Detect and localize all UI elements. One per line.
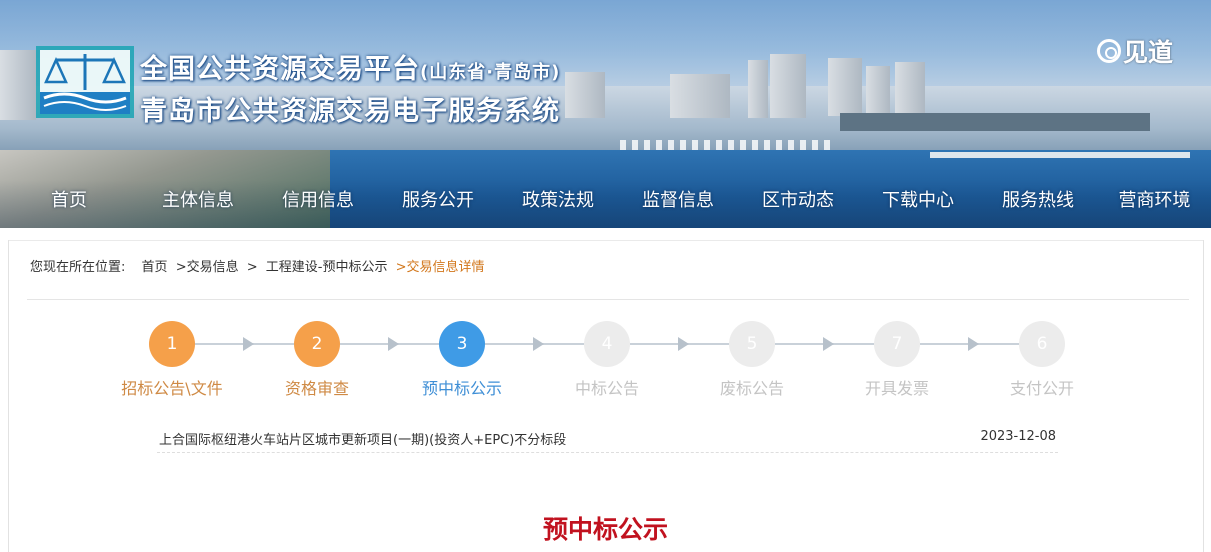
building: [748, 60, 768, 118]
building: [828, 58, 862, 116]
nav-item-supervision[interactable]: 监督信息: [618, 180, 738, 222]
system-title: 青岛市公共资源交易电子服务系统: [140, 96, 560, 127]
platform-title: 全国公共资源交易平台(山东省·青岛市): [140, 54, 561, 85]
building: [866, 66, 890, 116]
step-2-label[interactable]: 资格审查: [237, 375, 397, 399]
marina-boats: [620, 140, 830, 150]
building: [565, 72, 605, 118]
platform-region: (山东省·青岛市): [420, 62, 561, 83]
step-arrow-icon: [967, 337, 979, 351]
nav-item-home[interactable]: 首页: [0, 180, 138, 222]
building: [0, 50, 36, 120]
content-frame-top: [8, 240, 1204, 241]
step-6-circle[interactable]: 7: [874, 321, 920, 367]
step-arrow-icon: [242, 337, 254, 351]
step-arrow-icon: [677, 337, 689, 351]
step-1-circle[interactable]: 1: [149, 321, 195, 367]
nav-item-policies[interactable]: 政策法规: [498, 180, 618, 222]
breadcrumb-category[interactable]: 工程建设-预中标公示: [266, 260, 388, 275]
step-arrow-icon: [532, 337, 544, 351]
main-nav: 首页 主体信息 信用信息 服务公开 政策法规 监督信息 区市动态 下载中心 服务…: [0, 180, 1211, 222]
step-7-label[interactable]: 支付公开: [962, 375, 1122, 399]
watermark-text: 见道: [1123, 38, 1174, 67]
nav-item-credit-info[interactable]: 信用信息: [258, 180, 378, 222]
breadcrumb-current: >交易信息详情: [395, 260, 485, 275]
building: [895, 62, 925, 116]
step-7-circle[interactable]: 6: [1019, 321, 1065, 367]
step-2-circle[interactable]: 2: [294, 321, 340, 367]
step-3-label[interactable]: 预中标公示: [382, 375, 542, 399]
step-4-label[interactable]: 中标公告: [527, 375, 687, 399]
project-name[interactable]: 上合国际枢纽港火车站片区城市更新项目(一期)(投资人+EPC)不分标段: [159, 429, 566, 448]
process-steps: 1 招标公告\文件 2 资格审查 3 预中标公示 4 中标公告 5 废标公告 7 开具发票 6 支付公开: [0, 320, 1211, 400]
step-4-circle[interactable]: 4: [584, 321, 630, 367]
nav-item-district-news[interactable]: 区市动态: [738, 180, 858, 222]
step-5-circle[interactable]: 5: [729, 321, 775, 367]
project-date: 2023-12-08: [980, 429, 1056, 444]
watermark-logo-icon: [1097, 39, 1121, 63]
building: [770, 54, 806, 118]
breadcrumb-trade-info[interactable]: >交易信息: [176, 260, 239, 275]
breadcrumb-separator: >: [246, 260, 258, 275]
step-arrow-icon: [822, 337, 834, 351]
watermark: 见道: [1097, 33, 1173, 69]
step-6-label[interactable]: 开具发票: [817, 375, 977, 399]
nav-item-business-env[interactable]: 营商环境: [1098, 180, 1211, 222]
breadcrumb-home[interactable]: 首页: [142, 260, 168, 275]
step-3-circle[interactable]: 3: [439, 321, 485, 367]
nav-item-service-disclosure[interactable]: 服务公开: [378, 180, 498, 222]
page-heading: 预中标公示: [542, 515, 668, 544]
header-banner: 全国公共资源交易平台(山东省·青岛市) 青岛市公共资源交易电子服务系统 见道 首…: [0, 0, 1211, 228]
marina-pier: [930, 152, 1190, 158]
breadcrumb: 您现在所在位置: 首页 >交易信息 > 工程建设-预中标公示 >交易信息详情: [30, 256, 489, 275]
building: [670, 74, 730, 118]
step-1-label[interactable]: 招标公告\文件: [92, 375, 252, 399]
step-5-label[interactable]: 废标公告: [672, 375, 832, 399]
step-arrow-icon: [387, 337, 399, 351]
breadcrumb-prefix: 您现在所在位置:: [30, 260, 126, 275]
nav-item-downloads[interactable]: 下载中心: [858, 180, 978, 222]
nav-item-hotline[interactable]: 服务热线: [978, 180, 1098, 222]
project-row: 上合国际枢纽港火车站片区城市更新项目(一期)(投资人+EPC)不分标段 2023…: [157, 427, 1058, 453]
breadcrumb-divider: [27, 299, 1189, 300]
platform-logo-icon: [36, 46, 134, 118]
pier-building: [840, 113, 1150, 131]
nav-item-entity-info[interactable]: 主体信息: [138, 180, 258, 222]
